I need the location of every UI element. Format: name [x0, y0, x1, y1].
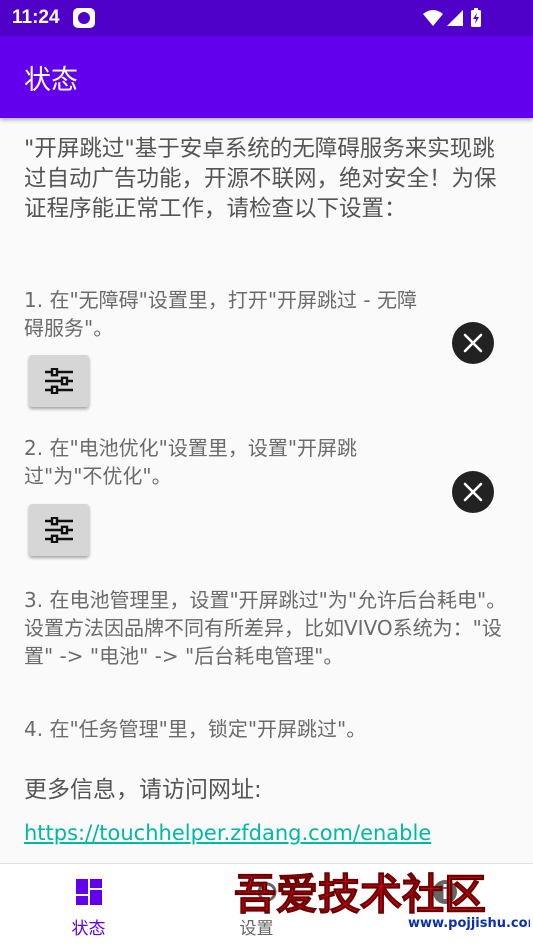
- step-1-text: 1. 在"无障碍"设置里，打开"开屏跳过 - 无障碍服务"。: [24, 288, 417, 340]
- watermark-title: 吾爱技术社区: [234, 870, 486, 919]
- battery-icon: [471, 8, 481, 27]
- status-time: 11:24: [12, 7, 60, 28]
- tune-icon: [45, 368, 73, 394]
- nav-item-label: 状态: [71, 919, 106, 939]
- open-accessibility-settings-button[interactable]: [29, 355, 89, 407]
- step-4-text: 4. 在"任务管理"里，锁定"开屏跳过"。: [24, 717, 367, 741]
- step-2-text: 2. 在"电池优化"设置里，设置"开屏跳过"为"不优化"。: [24, 436, 358, 488]
- step-3-text: 3. 在电池管理里，设置"开屏跳过"为"允许后台耗电"。设置方法因品牌不同有所差…: [24, 588, 507, 668]
- tune-icon: [45, 517, 73, 543]
- main-content: "开屏跳过"基于安卓系统的无障碍服务来实现跳过自动广告功能，开源不联网，绝对安全…: [0, 118, 533, 863]
- signal-icon: [447, 10, 463, 26]
- status-icons: [423, 8, 481, 27]
- step-2-status-icon: [452, 471, 494, 513]
- dashboard-icon: [76, 879, 102, 905]
- enable-guide-link[interactable]: https://touchhelper.zfdang.com/enable: [24, 821, 431, 845]
- notification-icon: [73, 8, 95, 28]
- status-bar: 11:24: [0, 0, 533, 36]
- watermark-logo: 吾爱技术社区 www.pojjishu.com: [234, 870, 531, 932]
- wifi-icon: [423, 10, 443, 26]
- nav-item-status[interactable]: 状态: [0, 864, 177, 949]
- close-icon: [463, 333, 483, 353]
- more-info-text: 更多信息，请访问网址:: [24, 777, 262, 803]
- page-title: 状态: [24, 65, 78, 96]
- open-battery-optimization-button[interactable]: [29, 504, 89, 556]
- close-icon: [463, 482, 483, 502]
- watermark-url: www.pojjishu.com: [408, 916, 530, 931]
- app-bar: 状态: [0, 36, 533, 118]
- step-1-status-icon: [452, 322, 494, 364]
- intro-text: "开屏跳过"基于安卓系统的无障碍服务来实现跳过自动广告功能，开源不联网，绝对安全…: [24, 136, 497, 222]
